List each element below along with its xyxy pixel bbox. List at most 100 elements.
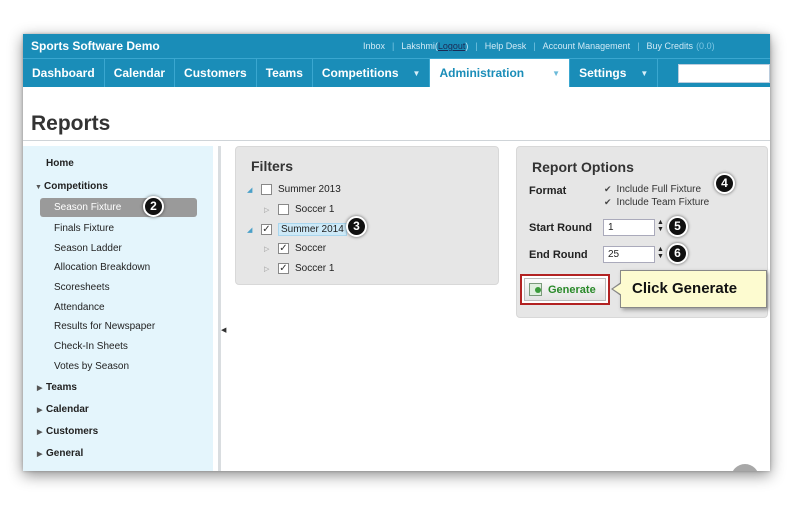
checkmark-icon: ✔ (604, 184, 612, 194)
checkbox-label: Include Team Fixture (616, 197, 710, 208)
step-badge-2: 2 (143, 196, 164, 217)
inbox-link[interactable]: Inbox (363, 41, 385, 51)
tree-label: Soccer 1 (295, 263, 335, 274)
sidebar-item-label: General (46, 448, 84, 459)
nav-label: Teams (265, 66, 303, 80)
page-title: Reports (31, 112, 111, 135)
separator: | (475, 41, 478, 51)
nav-label: Dashboard (32, 66, 95, 80)
checkbox-checked[interactable]: ✓ (261, 224, 272, 235)
end-round-input[interactable]: 25 (603, 246, 655, 263)
separator: | (533, 41, 536, 51)
nav-administration[interactable]: Administration ▼ (430, 59, 571, 87)
credits-value: (0.0) (696, 41, 715, 51)
tree-node-soccer-1[interactable]: ▷ Soccer 1 (264, 204, 334, 215)
end-round-label: End Round (529, 249, 588, 261)
tree-label: Summer 2014 (278, 223, 347, 236)
sidebar-item-home[interactable]: Home (46, 158, 74, 169)
sidebar-item-competitions[interactable]: ▼ Competitions (35, 181, 108, 192)
sidebar-item-customers[interactable]: ▶ Customers (37, 426, 98, 437)
sidebar-item-votes-by-season[interactable]: Votes by Season (54, 361, 129, 372)
sidebar-item-label: Competitions (44, 181, 108, 192)
sidebar-item-label: Calendar (46, 404, 89, 415)
sidebar-item-label: Teams (46, 382, 77, 393)
tree-node-soccer-1b[interactable]: ▷ ✓ Soccer 1 (264, 263, 334, 274)
expanded-triangle-icon: ▼ (35, 184, 42, 191)
nav-settings[interactable]: Settings ▼ (570, 59, 659, 87)
buy-credits-link[interactable]: Buy Credits (647, 41, 694, 51)
nav-dashboard[interactable]: Dashboard (23, 59, 105, 87)
app-window: Sports Software Demo Inbox | Lakshmi (Lo… (23, 34, 770, 471)
logout-link[interactable]: Logout (438, 41, 466, 51)
include-full-fixture-checkbox[interactable]: ✔ Include Full Fixture (604, 184, 701, 195)
collapse-arrow-icon[interactable]: ◀ (221, 326, 226, 334)
sidebar: Home ▼ Competitions Season Fixture Finals… (23, 146, 213, 471)
checkbox-label: Include Full Fixture (616, 184, 702, 195)
tree-node-soccer[interactable]: ▷ ✓ Soccer (264, 243, 326, 254)
step-badge-5: 5 (667, 216, 688, 237)
checkbox[interactable] (261, 184, 272, 195)
tree-label: Soccer (295, 243, 327, 254)
separator: | (637, 41, 640, 51)
scroll-top-button[interactable] (731, 464, 759, 471)
collapsed-triangle-icon[interactable]: ▷ (264, 265, 278, 273)
sidebar-item-season-ladder[interactable]: Season Ladder (54, 243, 122, 254)
collapsed-triangle-icon[interactable]: ▷ (264, 206, 278, 214)
nav-label: Competitions (321, 66, 399, 80)
nav-label: Settings (579, 66, 627, 80)
sidebar-item-allocation-breakdown[interactable]: Allocation Breakdown (54, 262, 150, 273)
format-label: Format (529, 185, 567, 197)
sidebar-item-calendar[interactable]: ▶ Calendar (37, 404, 89, 415)
step-badge-3: 3 (346, 216, 367, 237)
sidebar-item-attendance[interactable]: Attendance (54, 302, 105, 313)
tree-node-summer-2014[interactable]: ◢ ✓ Summer 2014 (247, 223, 347, 236)
nav-customers[interactable]: Customers (175, 59, 257, 87)
nav-teams[interactable]: Teams (257, 59, 313, 87)
expanded-triangle-icon[interactable]: ◢ (247, 186, 261, 194)
nav-competitions[interactable]: Competitions ▼ (313, 59, 431, 87)
divider (23, 140, 770, 141)
checkbox-checked[interactable]: ✓ (278, 243, 289, 254)
generate-button[interactable]: Generate (524, 278, 606, 301)
tree-node-summer-2013[interactable]: ◢ Summer 2013 (247, 184, 341, 195)
top-links: Inbox | Lakshmi (Logout) | Help Desk | A… (363, 41, 715, 51)
spinner-arrows-icon[interactable]: ▲ ▼ (657, 219, 664, 233)
spinner-arrows-icon[interactable]: ▲ ▼ (657, 246, 664, 260)
collapsed-triangle-icon: ▶ (37, 429, 43, 436)
expanded-triangle-icon[interactable]: ◢ (247, 226, 261, 234)
splitter-handle[interactable] (218, 146, 221, 471)
step-badge-4: 4 (714, 173, 735, 194)
user-name: Lakshmi (401, 41, 435, 51)
checkbox-checked[interactable]: ✓ (278, 263, 289, 274)
sidebar-item-label: Season Fixture (54, 202, 122, 213)
sidebar-item-results-for-newspaper[interactable]: Results for Newspaper (54, 321, 155, 332)
collapsed-triangle-icon[interactable]: ▷ (264, 245, 278, 253)
sidebar-item-general[interactable]: ▶ General (37, 448, 83, 459)
tree-label: Soccer 1 (295, 204, 335, 215)
sidebar-item-finals-fixture[interactable]: Finals Fixture (54, 223, 114, 234)
include-team-fixture-checkbox[interactable]: ✔ Include Team Fixture (604, 197, 709, 208)
callout-pointer-fill (613, 283, 622, 295)
checkbox[interactable] (278, 204, 289, 215)
tree-label: Summer 2013 (278, 184, 341, 195)
callout-click-generate: Click Generate (620, 270, 767, 308)
sidebar-item-teams[interactable]: ▶ Teams (37, 382, 77, 393)
sidebar-item-label: Customers (46, 426, 99, 437)
sidebar-item-scoresheets[interactable]: Scoresheets (54, 282, 110, 293)
collapsed-triangle-icon: ▶ (37, 407, 43, 414)
filters-title: Filters (251, 158, 294, 174)
paren-close: ) (465, 41, 469, 51)
sidebar-item-season-fixture[interactable]: Season Fixture (40, 198, 197, 217)
step-badge-6: 6 (667, 243, 688, 264)
search-input[interactable] (678, 64, 770, 83)
account-management-link[interactable]: Account Management (543, 41, 631, 51)
caret-down-icon: ▼ (640, 68, 649, 78)
checkmark-icon: ✔ (604, 197, 612, 207)
main-nav: Dashboard Calendar Customers Teams Compe… (23, 58, 770, 87)
nav-calendar[interactable]: Calendar (105, 59, 176, 87)
start-round-label: Start Round (529, 222, 592, 234)
help-desk-link[interactable]: Help Desk (485, 41, 527, 51)
sidebar-item-check-in-sheets[interactable]: Check-In Sheets (54, 341, 128, 352)
start-round-input[interactable]: 1 (603, 219, 655, 236)
app-title: Sports Software Demo (31, 39, 160, 53)
